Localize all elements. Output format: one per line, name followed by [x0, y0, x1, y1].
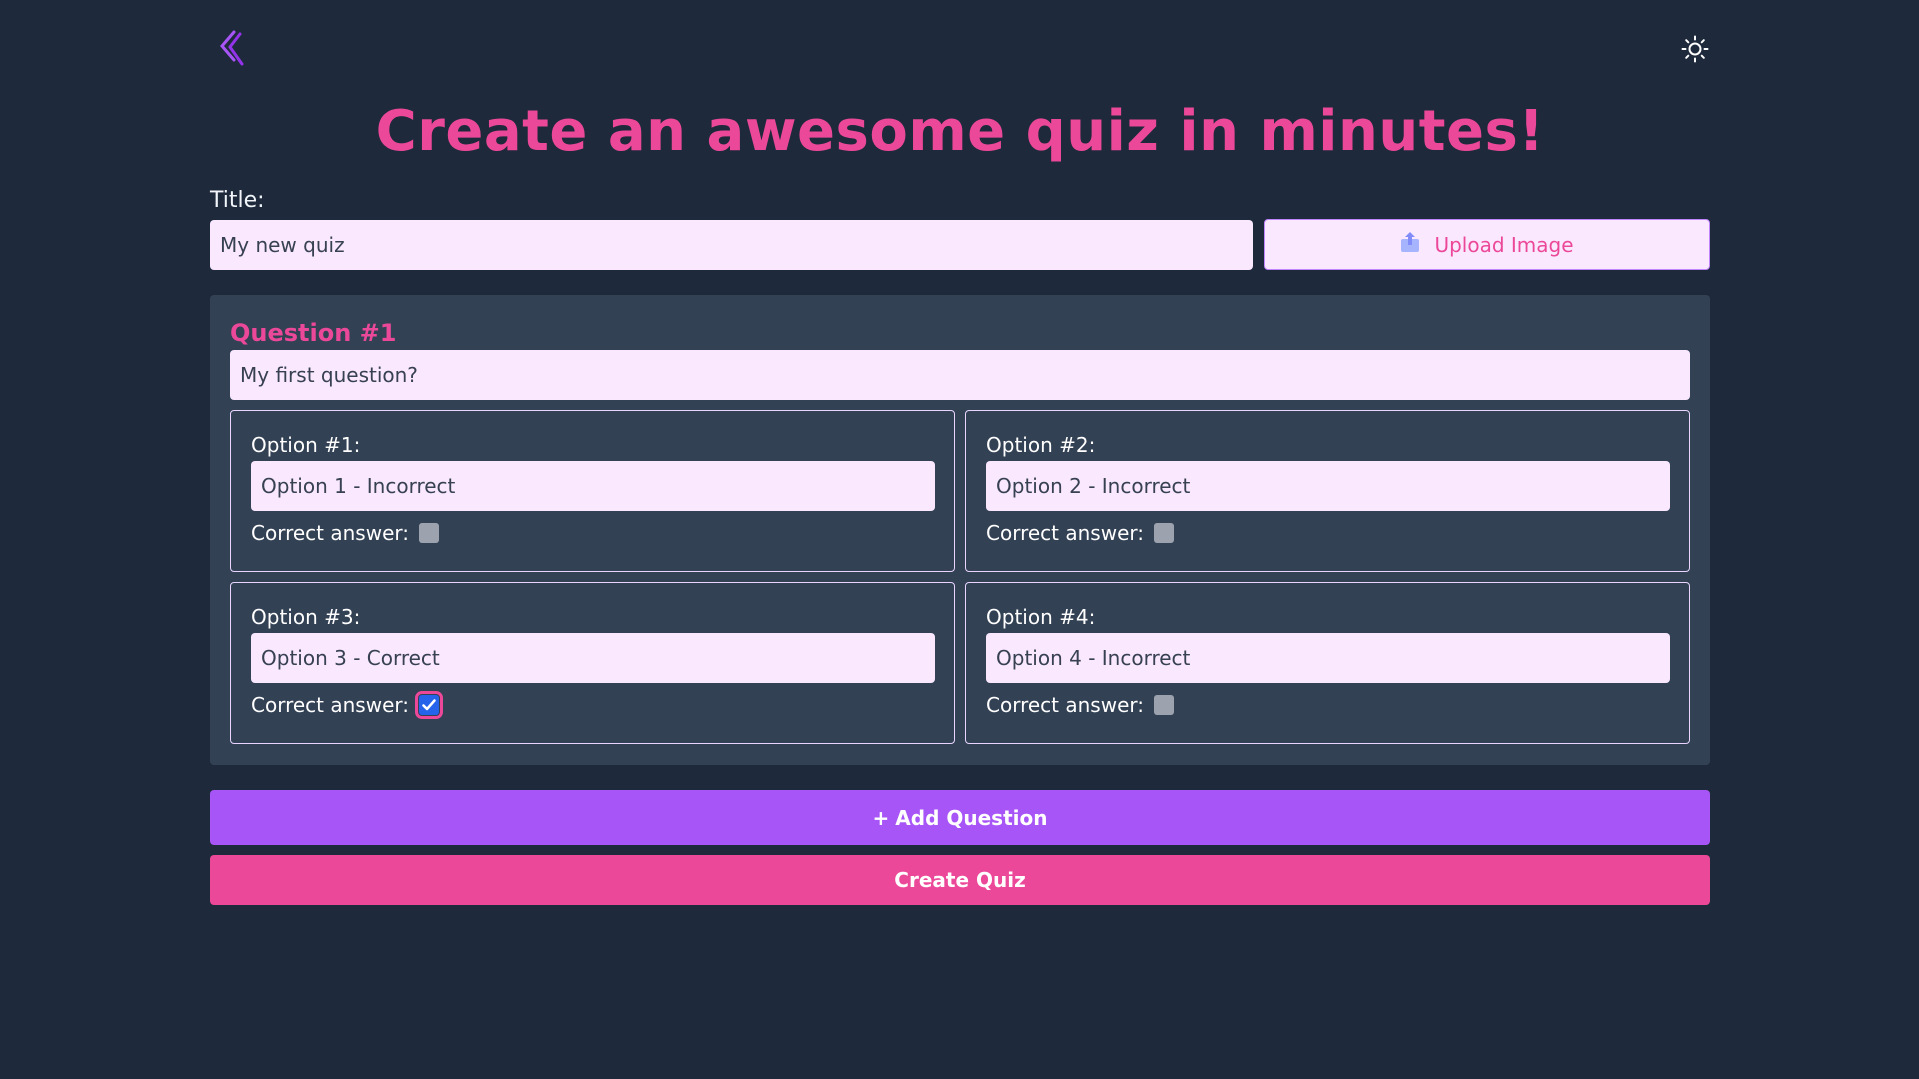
option-card-4: Option #4: Correct answer: — [965, 582, 1690, 744]
double-chevron-left-logo-icon[interactable] — [218, 30, 250, 66]
correct-answer-row: Correct answer: — [251, 521, 439, 545]
correct-answer-checkbox-1[interactable] — [418, 523, 439, 543]
correct-answer-row: Correct answer: — [986, 521, 1174, 545]
top-bar — [210, 0, 1710, 100]
option-label: Option #1: — [251, 433, 361, 457]
option-label: Option #4: — [986, 605, 1096, 629]
page-container: Create an awesome quiz in minutes! Title… — [210, 0, 1710, 905]
add-question-button[interactable]: + Add Question — [210, 790, 1710, 845]
option-card-1: Option #1: Correct answer: — [230, 410, 955, 572]
question-card: Question #1 Option #1: Correct answer: O… — [210, 295, 1710, 765]
create-quiz-button[interactable]: Create Quiz — [210, 855, 1710, 905]
upload-image-button[interactable]: Upload Image — [1264, 219, 1710, 270]
option-input-4[interactable] — [986, 633, 1670, 683]
create-quiz-label: Create Quiz — [894, 868, 1026, 892]
option-card-2: Option #2: Correct answer: — [965, 410, 1690, 572]
option-input-2[interactable] — [986, 461, 1670, 511]
correct-answer-label: Correct answer: — [986, 693, 1144, 717]
question-input[interactable] — [230, 350, 1690, 400]
plus-icon: + — [872, 805, 890, 830]
add-question-label: Add Question — [895, 805, 1048, 830]
correct-answer-checkbox-4[interactable] — [1153, 695, 1174, 715]
correct-answer-label: Correct answer: — [251, 693, 409, 717]
correct-answer-label: Correct answer: — [251, 521, 409, 545]
upload-icon — [1400, 231, 1420, 258]
option-input-1[interactable] — [251, 461, 935, 511]
option-label: Option #3: — [251, 605, 361, 629]
option-label: Option #2: — [986, 433, 1096, 457]
option-input-3[interactable] — [251, 633, 935, 683]
question-heading: Question #1 — [230, 319, 397, 347]
title-label: Title: — [210, 188, 265, 213]
quiz-title-input[interactable] — [210, 220, 1253, 270]
checkmark-icon — [422, 699, 436, 711]
correct-answer-label: Correct answer: — [986, 521, 1144, 545]
correct-answer-checkbox-3[interactable] — [414, 691, 443, 719]
upload-image-label: Upload Image — [1434, 232, 1574, 257]
sun-icon[interactable] — [1680, 34, 1710, 64]
correct-answer-row: Correct answer: — [251, 691, 443, 719]
option-card-3: Option #3: Correct answer: — [230, 582, 955, 744]
correct-answer-row: Correct answer: — [986, 693, 1174, 717]
page-heading: Create an awesome quiz in minutes! — [375, 99, 1545, 164]
correct-answer-checkbox-2[interactable] — [1153, 523, 1174, 543]
